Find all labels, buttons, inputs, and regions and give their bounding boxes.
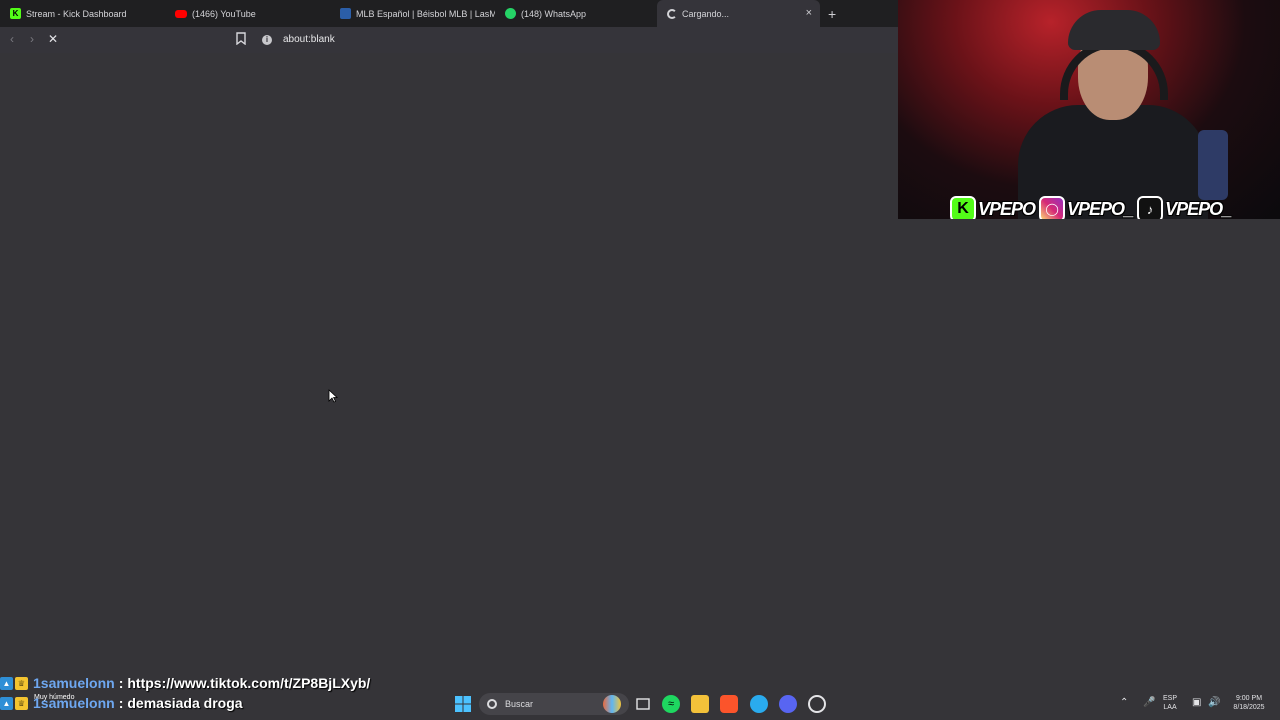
chat-text: demasiada droga	[127, 695, 243, 711]
crown-badge-icon: ♕	[15, 696, 28, 710]
brave-browser-icon[interactable]	[720, 695, 738, 713]
chat-separator: :	[118, 675, 124, 691]
chat-message: ▲ ♕ 1samuelonn : demasiada droga	[0, 693, 460, 713]
search-icon	[487, 699, 497, 709]
chat-text: https://www.tiktok.com/t/ZP8BjLXyb/	[127, 675, 371, 691]
instagram-icon: ◯	[1039, 196, 1066, 219]
clock-date: 8/18/2025	[1233, 704, 1265, 711]
address-bar[interactable]: about:blank	[283, 34, 335, 45]
whatsapp-icon	[505, 8, 516, 19]
forward-arrow-icon[interactable]: ›	[30, 32, 34, 46]
social-handles: K VPEPO ◯ VPEPO_ ♪ VPEPO_	[950, 196, 1235, 219]
tiktok-icon: ♪	[1137, 196, 1164, 219]
chat-username: 1samuelonn	[33, 675, 115, 691]
show-hidden-icons-chevron-icon[interactable]: ⌃	[1120, 697, 1128, 708]
stop-loading-icon[interactable]: ✕	[48, 32, 58, 46]
subscriber-badge-icon: ▲	[0, 676, 13, 690]
tab-mlb[interactable]: MLB Español | Béisbol MLB | LasMay	[330, 0, 495, 27]
youtube-icon	[175, 9, 187, 18]
browser-toolbar: ‹ › ✕ i about:blank	[0, 27, 898, 53]
tab-title: Stream - Kick Dashboard	[26, 8, 127, 19]
water-bottle	[1198, 130, 1228, 200]
network-icon[interactable]: ▣	[1192, 697, 1201, 708]
chat-username: 1samuelonn	[33, 695, 115, 711]
bookmark-icon[interactable]	[236, 32, 246, 45]
clock[interactable]: 9:00 PM 8/18/2025	[1226, 694, 1272, 712]
chat-separator: :	[118, 695, 124, 711]
kick-icon: K	[10, 8, 21, 19]
file-explorer-icon[interactable]	[691, 695, 709, 713]
telegram-icon[interactable]	[750, 695, 768, 713]
language-code: ESP	[1163, 695, 1178, 702]
tab-title: (1466) YouTube	[192, 8, 256, 19]
kick-icon: K	[950, 196, 976, 219]
volume-icon[interactable]: 🔊	[1208, 697, 1220, 708]
search-highlight-icon[interactable]	[603, 695, 621, 713]
language-indicator[interactable]: ESP LAA	[1163, 694, 1177, 712]
screen: K Stream - Kick Dashboard (1466) YouTube…	[0, 0, 1280, 720]
tab-kick-dashboard[interactable]: K Stream - Kick Dashboard	[0, 0, 165, 27]
tiktok-handle: VPEPO_	[1165, 198, 1232, 219]
chat-badges: ▲ ♕	[0, 676, 28, 690]
tab-title: Cargando...	[682, 8, 730, 19]
chat-message: ▲ ♕ 1samuelonn : https://www.tiktok.com/…	[0, 673, 460, 693]
tab-loading-active[interactable]: Cargando... ×	[657, 0, 820, 27]
site-info-icon[interactable]: i	[262, 35, 272, 45]
tab-youtube[interactable]: (1466) YouTube	[165, 0, 330, 27]
new-tab-button[interactable]: +	[828, 6, 836, 22]
subscriber-badge-icon: ▲	[0, 696, 13, 710]
tab-title: MLB Español | Béisbol MLB | LasMay	[356, 8, 495, 19]
clock-time: 9:00 PM	[1235, 695, 1263, 702]
mlb-icon	[340, 8, 351, 19]
crown-badge-icon: ♕	[15, 676, 28, 690]
search-placeholder: Buscar	[505, 699, 534, 709]
tab-title: (148) WhatsApp	[521, 8, 587, 19]
loading-spinner-icon	[667, 8, 677, 19]
webcam-overlay: K VPEPO ◯ VPEPO_ ♪ VPEPO_	[898, 0, 1280, 219]
mouse-cursor-icon	[328, 389, 338, 403]
keyboard-layout: LAA	[1163, 704, 1177, 711]
chat-badges: ▲ ♕	[0, 696, 28, 710]
back-arrow-icon[interactable]: ‹	[10, 32, 14, 46]
microphone-icon[interactable]: 🎤	[1143, 697, 1155, 708]
tab-whatsapp[interactable]: (148) WhatsApp	[495, 0, 657, 27]
cap	[1068, 10, 1160, 50]
task-view-icon[interactable]	[634, 695, 652, 713]
discord-icon[interactable]	[779, 695, 797, 713]
instagram-handle: VPEPO_	[1067, 198, 1134, 219]
browser-tab-strip: K Stream - Kick Dashboard (1466) YouTube…	[0, 0, 898, 27]
kick-handle: VPEPO	[978, 198, 1036, 219]
app-icon[interactable]	[808, 695, 826, 713]
close-tab-icon[interactable]: ×	[806, 7, 812, 19]
chat-overlay: ▲ ♕ 1samuelonn : https://www.tiktok.com/…	[0, 673, 460, 713]
spotify-icon[interactable]: ≈	[662, 695, 680, 713]
